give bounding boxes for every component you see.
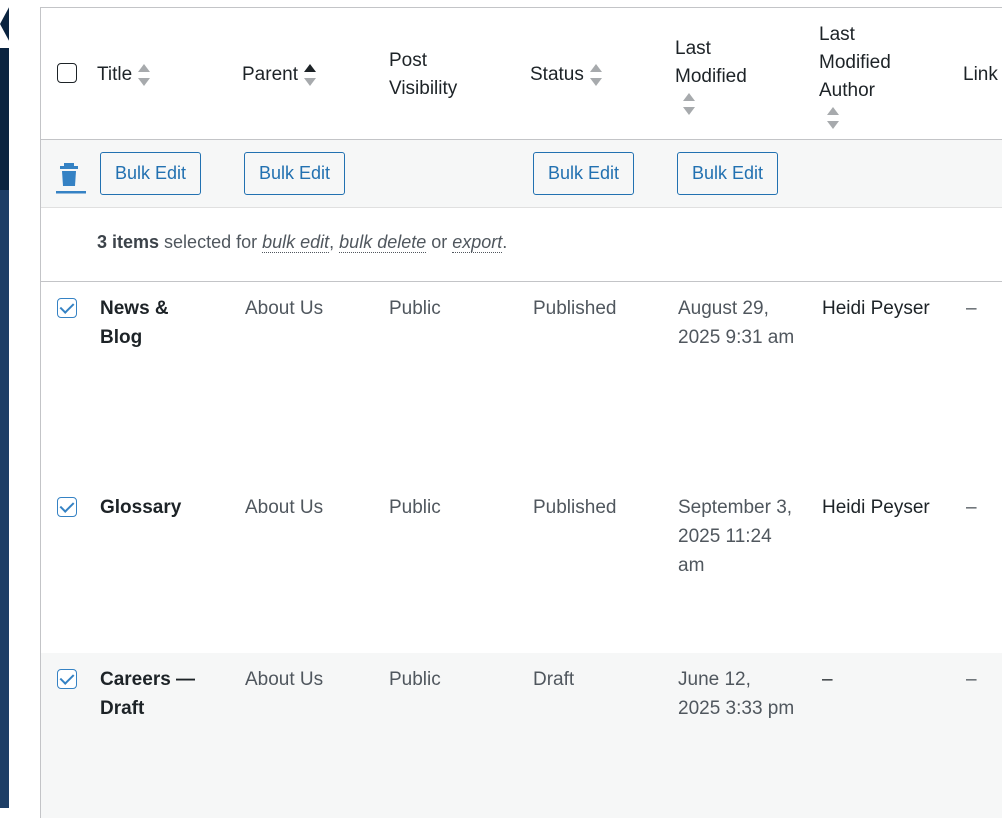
row-checkbox[interactable] <box>57 497 77 517</box>
column-status-label: Status <box>530 64 584 85</box>
row-author: – <box>822 669 833 690</box>
row-author: Heidi Peyser <box>822 298 930 319</box>
selection-text-part: , <box>329 232 340 252</box>
table-row[interactable]: Careers — Draft About Us Public Draft Ju… <box>41 653 1002 818</box>
row-parent: About Us <box>245 497 324 518</box>
sort-icon <box>138 63 151 86</box>
column-last-modified-author-label: Last Modified Author <box>819 24 891 101</box>
export-link[interactable]: export <box>452 232 503 253</box>
selection-text-part: selected for <box>159 232 263 252</box>
sort-icon <box>683 93 696 115</box>
sort-icon <box>589 63 603 86</box>
row-last-modified: June 12, 2025 3:33 pm <box>678 669 795 719</box>
sort-ascending-icon <box>303 63 317 86</box>
row-status: Draft <box>533 669 575 690</box>
selected-count: 3 items <box>97 232 160 252</box>
bulk-edit-title-button[interactable]: Bulk Edit <box>100 152 202 195</box>
column-status[interactable]: Status <box>530 61 603 89</box>
column-post-visibility: Post Visibility <box>389 50 458 99</box>
row-visibility: Public <box>389 669 441 690</box>
row-link: – <box>966 669 977 690</box>
column-last-modified-label: Last Modified <box>675 38 747 87</box>
row-status: Published <box>533 298 617 319</box>
bulk-edit-bar: Bulk Edit Bulk Edit Bulk Edit Bulk Edit <box>41 140 1002 208</box>
row-title[interactable]: News & Blog <box>100 294 210 352</box>
bulk-delete-link[interactable]: bulk delete <box>339 232 427 253</box>
table-header: Title Parent Post Visibility Status Last… <box>41 8 1002 140</box>
row-checkbox[interactable] <box>57 298 77 318</box>
row-parent: About Us <box>245 669 324 690</box>
row-title[interactable]: Careers — Draft <box>100 665 210 723</box>
row-parent: About Us <box>245 298 324 319</box>
row-visibility: Public <box>389 497 441 518</box>
column-parent-label: Parent <box>242 64 298 85</box>
bulk-edit-status-button[interactable]: Bulk Edit <box>533 152 635 195</box>
admin-sidebar-edge <box>0 0 9 808</box>
sort-icon <box>827 107 840 129</box>
row-link: – <box>966 298 977 319</box>
column-parent[interactable]: Parent <box>242 61 317 89</box>
pages-table: Title Parent Post Visibility Status Last… <box>40 7 1002 818</box>
select-all-checkbox[interactable] <box>57 63 77 83</box>
selection-summary: 3 items selected for bulk edit, bulk del… <box>41 208 1002 282</box>
table-row[interactable]: Glossary About Us Public Published Septe… <box>41 481 1002 653</box>
bulk-edit-parent-button[interactable]: Bulk Edit <box>244 152 346 195</box>
selection-text-part: or <box>426 232 453 252</box>
row-last-modified: September 3, 2025 11:24 am <box>678 497 793 576</box>
table-row[interactable]: News & Blog About Us Public Published Au… <box>41 282 1002 481</box>
column-last-modified-author[interactable]: Last Modified Author <box>819 21 929 129</box>
row-title[interactable]: Glossary <box>100 493 210 522</box>
column-last-modified[interactable]: Last Modified <box>675 35 785 115</box>
column-title[interactable]: Title <box>97 61 151 89</box>
row-link: – <box>966 497 977 518</box>
bulk-edit-last-modified-button[interactable]: Bulk Edit <box>677 152 779 195</box>
column-title-label: Title <box>97 64 133 85</box>
row-status: Published <box>533 497 617 518</box>
row-author: Heidi Peyser <box>822 497 930 518</box>
selection-text-part: . <box>502 232 508 252</box>
bulk-edit-link[interactable]: bulk edit <box>262 232 330 253</box>
row-last-modified: August 29, 2025 9:31 am <box>678 298 795 348</box>
selection-text: 3 items selected for bulk edit, bulk del… <box>97 232 507 253</box>
row-visibility: Public <box>389 298 441 319</box>
row-checkbox[interactable] <box>57 669 77 689</box>
trash-icon[interactable] <box>55 160 87 194</box>
column-link: Link <box>963 64 998 85</box>
